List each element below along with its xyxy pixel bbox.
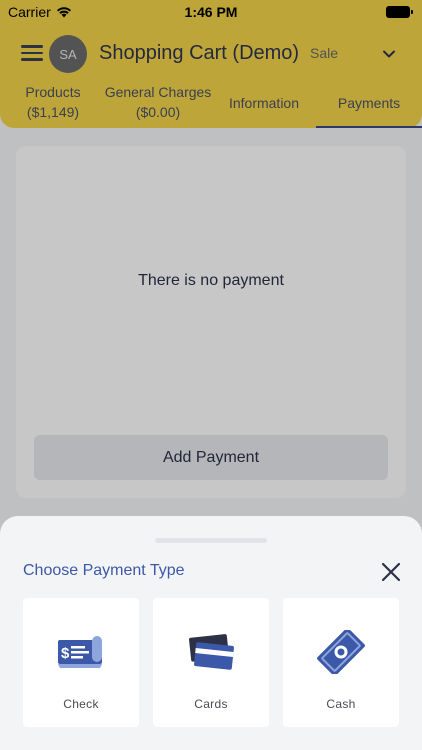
check-icon: $	[58, 636, 102, 668]
cash-icon	[317, 630, 365, 674]
payment-option-cards[interactable]: Cards	[153, 598, 269, 727]
svg-text:$: $	[61, 645, 70, 662]
payment-type-sheet: Choose Payment Type $ Check Cards Cash	[0, 516, 422, 750]
payment-option-cards-label: Cards	[194, 697, 228, 711]
cards-icon	[189, 634, 234, 670]
sheet-title: Choose Payment Type	[23, 562, 185, 579]
close-icon[interactable]	[379, 560, 403, 584]
payment-option-cash[interactable]: Cash	[283, 598, 399, 727]
payment-option-cash-label: Cash	[326, 697, 356, 711]
sheet-drag-handle[interactable]	[155, 538, 267, 543]
payment-type-options: $ Check Cards Cash	[23, 598, 399, 727]
payment-option-check[interactable]: $ Check	[23, 598, 139, 727]
payment-option-check-label: Check	[63, 697, 99, 711]
